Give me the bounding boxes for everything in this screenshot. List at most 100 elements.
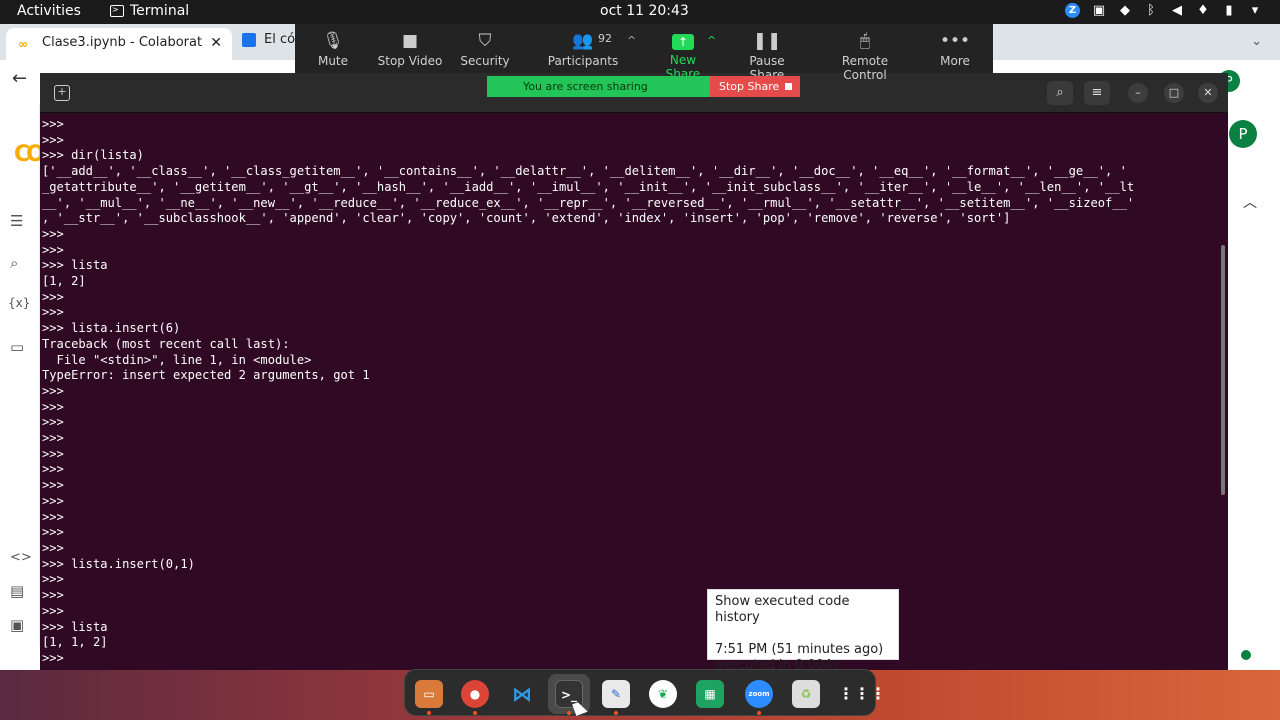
files-icon[interactable]: ▭ xyxy=(10,338,24,356)
terminal-line: File "<stdin>", line 1, in <module> xyxy=(42,352,312,367)
terminal-line: >>> xyxy=(42,415,64,430)
sharing-status: You are screen sharing xyxy=(487,76,710,97)
bluetooth-icon[interactable]: ᛒ xyxy=(1144,3,1158,18)
new-share-button[interactable]: ↑ New Share xyxy=(651,24,715,81)
clock[interactable]: oct 11 20:43 xyxy=(600,3,689,19)
terminal-line: >>> xyxy=(42,540,64,555)
terminal-line: >>> xyxy=(42,305,64,320)
pause-icon: ❚❚ xyxy=(752,31,782,51)
terminal-line: ['__add__', '__class__', '__class_getite… xyxy=(42,164,1127,179)
activities-button[interactable]: Activities xyxy=(17,3,81,19)
terminal-line: TypeError: insert expected 2 arguments, … xyxy=(42,368,370,383)
vscode-app-icon[interactable]: ⋈ xyxy=(508,680,536,708)
terminal-line: >>> lista.insert(0,1) xyxy=(42,556,195,571)
battery-icon[interactable]: ▮ xyxy=(1222,3,1236,18)
terminal-line: >>> xyxy=(42,242,64,257)
screen-sharing-banner: You are screen sharing Stop Share xyxy=(487,76,800,97)
mic-icon[interactable]: ♦ xyxy=(1196,3,1210,18)
terminal-line: >>> xyxy=(42,493,64,508)
colab-sidebar: ☰ ⌕ {x} ▭ <> ▤ ▣ xyxy=(0,104,40,646)
files-app-icon[interactable]: ▭ xyxy=(415,680,443,708)
terminal-output[interactable]: >>> >>> >>> dir(lista) ['__add__', '__class… xyxy=(42,117,1212,669)
more-button[interactable]: ••• More xyxy=(935,24,975,73)
volume-icon[interactable]: ◀ xyxy=(1170,3,1184,18)
user-avatar[interactable]: P xyxy=(1229,120,1257,148)
shield-icon: ⛉ xyxy=(478,31,492,51)
terminal-line: >>> xyxy=(42,509,64,524)
maximize-icon[interactable]: □ xyxy=(1164,83,1184,103)
terminal-line: _getattribute__', '__getitem__', '__gt__… xyxy=(42,179,1135,194)
stop-share-button[interactable]: Stop Share xyxy=(710,76,800,97)
terminal-line: >>> xyxy=(42,588,64,603)
mouse-icon: 🖱 xyxy=(859,31,871,51)
app-grid-icon[interactable]: ⋮⋮⋮ xyxy=(838,680,886,708)
new-tab-icon[interactable]: + xyxy=(54,85,70,101)
colab-right-panel: P ︿ xyxy=(1228,104,1280,660)
screencast-icon[interactable]: ▣ xyxy=(1092,3,1106,18)
tab-title: Clase3.ipynb - Colaborat xyxy=(42,35,203,50)
tab-colab[interactable]: ∞ Clase3.ipynb - Colaborat ✕ xyxy=(6,28,232,60)
terminal-icon: > xyxy=(110,5,124,17)
toc-icon[interactable]: ☰ xyxy=(10,212,23,230)
terminal-line: __', '__mul__', '__ne__', '__new__', '__… xyxy=(42,195,1135,210)
microphone-icon: 🎙 xyxy=(322,31,344,51)
system-tray[interactable]: Z ▣ ◆ ᛒ ◀ ♦ ▮ ▾ xyxy=(1065,3,1262,18)
app-menu[interactable]: > Terminal xyxy=(110,3,189,19)
terminal-line: Traceback (most recent call last): xyxy=(42,336,290,351)
terminal-line: >>> xyxy=(42,446,64,461)
zoom-icon[interactable]: Z xyxy=(1065,3,1080,18)
tab-second[interactable]: El có xyxy=(240,32,295,47)
running-indicator xyxy=(614,711,618,715)
terminal-line: >>> xyxy=(42,572,64,587)
terminal-line: >>> xyxy=(42,226,64,241)
text-editor-app-icon[interactable]: ✎ xyxy=(602,680,630,708)
caret-up-icon[interactable]: ^ xyxy=(627,34,636,47)
tab-title: El có xyxy=(264,32,296,47)
code-snippets-icon[interactable]: <> xyxy=(10,550,32,565)
hamburger-menu-icon[interactable]: ≡ xyxy=(1084,81,1110,105)
scrollbar[interactable] xyxy=(1221,245,1225,495)
terminal-line: >>> xyxy=(42,132,64,147)
window-controls[interactable]: ⌄ xyxy=(1251,34,1262,49)
stop-video-button[interactable]: ■ Stop Video xyxy=(375,24,445,73)
colab-logo-icon: ∞ xyxy=(18,37,28,51)
app-name: Terminal xyxy=(130,3,190,19)
caret-up-icon[interactable]: ^ xyxy=(707,34,716,47)
chevron-up-icon[interactable]: ︿ xyxy=(1243,192,1257,212)
terminal-line: >>> dir(lista) xyxy=(42,148,144,163)
pause-share-button[interactable]: ❚❚ Pause Share xyxy=(731,24,803,82)
more-dots-icon: ••• xyxy=(939,31,971,51)
zoom-app-icon[interactable]: zoom xyxy=(745,680,773,708)
terminal-line: >>> xyxy=(42,431,64,446)
search-icon[interactable]: ⌕ xyxy=(10,254,18,272)
dock: ▭ ● ⋈ >_ ✎ ❦ ▦ zoom ♻ ⋮⋮⋮ xyxy=(404,669,886,716)
running-indicator xyxy=(427,711,431,715)
command-palette-icon[interactable]: ▤ xyxy=(10,582,24,600)
participant-count: 92 xyxy=(598,32,612,45)
terminal-line: >>> lista xyxy=(42,258,108,273)
terminal-window[interactable]: + ⌕ ≡ – □ ✕ >>> >>> >>> dir(lista) ['__add_… xyxy=(40,73,1228,670)
zoom-toolbar: 🎙 Mute ■ Stop Video ⛉ Security 👥 Participant… xyxy=(295,24,993,82)
minimize-icon[interactable]: – xyxy=(1128,83,1148,103)
wifi-icon[interactable]: ◆ xyxy=(1118,3,1132,18)
security-button[interactable]: ⛉ Security xyxy=(458,24,512,73)
search-icon[interactable]: ⌕ xyxy=(1047,81,1073,105)
chrome-app-icon[interactable]: ● xyxy=(461,680,489,708)
mute-button[interactable]: 🎙 Mute xyxy=(313,24,353,73)
terminal-line: >>> lista.insert(6) xyxy=(42,321,181,336)
terminal-line: >>> xyxy=(42,289,64,304)
remote-control-button[interactable]: 🖱 Remote Control xyxy=(819,24,911,82)
status-indicator xyxy=(1241,650,1251,660)
back-arrow-icon[interactable]: ← xyxy=(12,68,27,89)
mongodb-app-icon[interactable]: ❦ xyxy=(649,680,677,708)
close-tab-icon[interactable]: ✕ xyxy=(210,35,222,51)
terminal-line: >>> xyxy=(42,650,64,665)
running-indicator xyxy=(757,711,761,715)
terminal-panel-icon[interactable]: ▣ xyxy=(10,616,24,634)
power-menu-icon[interactable]: ▾ xyxy=(1248,3,1262,18)
variables-icon[interactable]: {x} xyxy=(8,296,30,310)
spreadsheet-app-icon[interactable]: ▦ xyxy=(696,680,724,708)
close-icon[interactable]: ✕ xyxy=(1198,83,1218,103)
trash-icon[interactable]: ♻ xyxy=(792,680,820,708)
chevron-down-icon[interactable]: ⌄ xyxy=(1251,34,1262,49)
